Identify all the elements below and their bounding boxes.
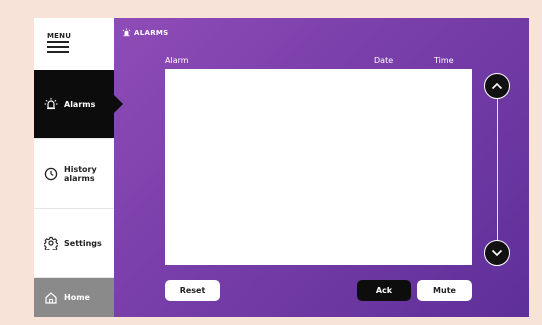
sidebar-item-label: History alarms (64, 164, 97, 183)
sidebar: MENU Alarms History alarms Settings Home (34, 18, 123, 317)
chevron-down-icon (491, 249, 503, 257)
hmi-screen: MENU Alarms History alarms Settings Home… (34, 18, 529, 317)
alarms-panel: ALARMS Alarm Date Time Reset Ack Mute (114, 18, 529, 317)
sidebar-item-settings[interactable]: Settings (34, 209, 114, 278)
reset-button[interactable]: Reset (165, 280, 220, 301)
column-header-alarm: Alarm (165, 56, 189, 65)
gear-icon (44, 236, 58, 250)
ack-button[interactable]: Ack (357, 280, 411, 301)
siren-icon (122, 28, 131, 37)
sidebar-item-alarms[interactable]: Alarms (34, 70, 114, 139)
active-indicator (114, 95, 123, 113)
sidebar-item-history-alarms[interactable]: History alarms (34, 139, 114, 209)
sidebar-item-label: Home (64, 293, 90, 302)
chevron-up-icon (491, 82, 503, 90)
menu-label: MENU (47, 32, 72, 40)
menu-button[interactable]: MENU (34, 18, 114, 70)
sidebar-item-label: Settings (64, 238, 102, 248)
scroll-down-button[interactable] (484, 240, 510, 266)
page-title-text: ALARMS (134, 28, 169, 37)
clock-icon (44, 167, 58, 181)
column-header-date: Date (374, 56, 394, 65)
home-icon (44, 291, 58, 305)
scroll-up-button[interactable] (484, 73, 510, 99)
page-title: ALARMS (122, 28, 169, 37)
siren-icon (44, 97, 58, 111)
sidebar-item-label: Alarms (64, 99, 96, 109)
sidebar-item-home[interactable]: Home (34, 278, 114, 317)
hamburger-icon (47, 41, 69, 54)
mute-button[interactable]: Mute (417, 280, 472, 301)
column-header-time: Time (434, 56, 454, 65)
alarm-list[interactable] (165, 69, 472, 265)
scrollbar-track[interactable] (497, 94, 498, 246)
